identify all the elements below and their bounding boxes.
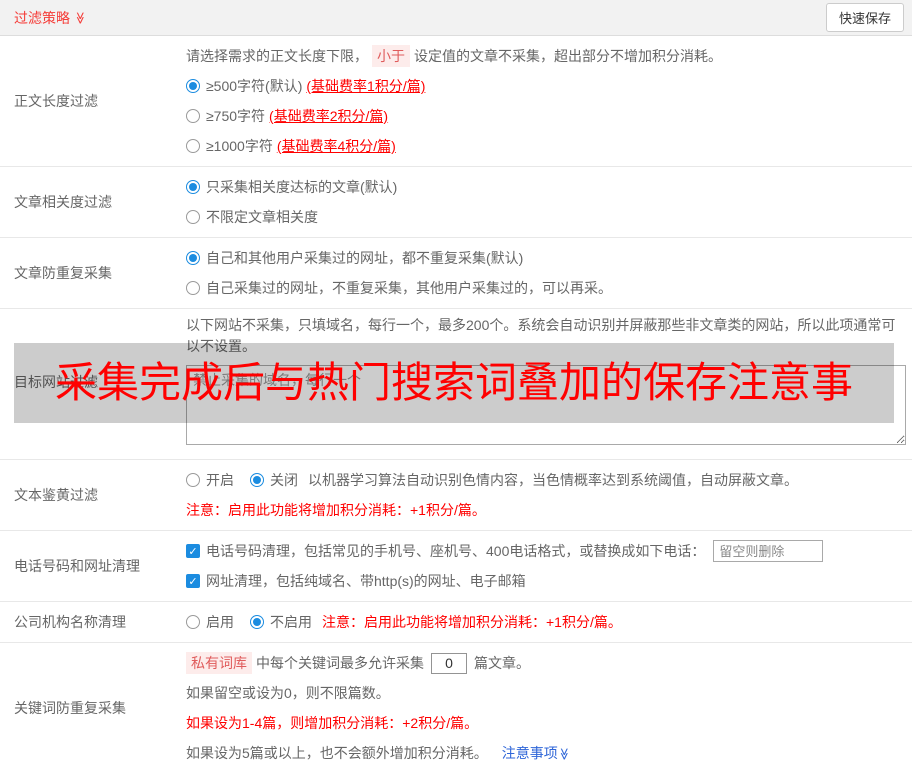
row-porn-filter: 文本鉴黄过滤 开启 关闭 以机器学习算法自动识别色情内容，当色情概率达到系统阈值… xyxy=(0,460,912,531)
radio-checked-icon[interactable] xyxy=(186,79,200,93)
radio-checked-icon[interactable] xyxy=(250,473,264,487)
cost-warning-note: 注意：启用此功能将增加积分消耗：+1积分/篇。 xyxy=(186,502,486,518)
option-label: 关闭 xyxy=(270,472,298,488)
keyword-limit-suffix: 篇文章。 xyxy=(474,655,530,671)
option-label: 启用 xyxy=(206,614,234,630)
option-label: ≥1000字符 xyxy=(206,138,273,154)
dedup-option-self[interactable]: 自己采集过的网址，不重复采集，其他用户采集过的，可以再采。 xyxy=(186,273,906,303)
keyword-note-five: 如果设为5篇或以上，也不会额外增加积分消耗。 xyxy=(186,745,488,761)
quick-save-button[interactable]: 快速保存 xyxy=(825,3,904,32)
checkbox-checked-icon[interactable] xyxy=(186,544,200,558)
relevance-option-strict[interactable]: 只采集相关度达标的文章(默认) xyxy=(186,172,906,202)
option-fee-note: (基础费率2积分/篇) xyxy=(269,108,389,124)
keyword-limit-text: 中每个关键词最多允许采集 xyxy=(256,655,424,671)
length-option-750[interactable]: ≥750字符 (基础费率2积分/篇) xyxy=(186,101,906,131)
keyword-note-zero-line: 如果留空或设为0，则不限篇数。 xyxy=(186,678,906,708)
notice-link[interactable]: 注意事项 xyxy=(502,743,571,763)
header-bar: 过滤策略 快速保存 xyxy=(0,0,912,36)
radio-unchecked-icon[interactable] xyxy=(186,109,200,123)
option-fee-note: (基础费率1积分/篇) xyxy=(306,78,426,94)
radio-unchecked-icon[interactable] xyxy=(186,473,200,487)
option-label: 不启用 xyxy=(270,614,312,630)
option-label: ≥750字符 xyxy=(206,108,266,124)
relevance-option-any[interactable]: 不限定文章相关度 xyxy=(186,202,906,232)
row-content: 自己和其他用户采集过的网址，都不重复采集(默认) 自己采集过的网址，不重复采集，… xyxy=(186,238,912,308)
radio-unchecked-icon[interactable] xyxy=(186,210,200,224)
radio-unchecked-icon[interactable] xyxy=(186,139,200,153)
chevron-double-down-icon xyxy=(74,11,86,24)
keyword-cost-note: 如果设为1-4篇，则增加积分消耗：+2积分/篇。 xyxy=(186,715,479,731)
row-label: 公司机构名称清理 xyxy=(14,614,126,630)
keyword-note-five-line: 如果设为5篇或以上，也不会额外增加积分消耗。 注意事项 xyxy=(186,738,906,768)
radio-checked-icon[interactable] xyxy=(186,180,200,194)
porn-filter-note-line: 注意：启用此功能将增加积分消耗：+1积分/篇。 xyxy=(186,495,906,525)
option-label: 只采集相关度达标的文章(默认) xyxy=(206,179,398,195)
row-content-length-filter: 正文长度过滤 请选择需求的正文长度下限， 小于 设定值的文章不采集，超出部分不增… xyxy=(0,36,912,167)
row-keyword-dedup: 关键词防重复采集 私有词库 中每个关键词最多允许采集 篇文章。 如果留空或设为0… xyxy=(0,643,912,768)
length-option-1000[interactable]: ≥1000字符 (基础费率4积分/篇) xyxy=(186,131,906,161)
row-content: 只采集相关度达标的文章(默认) 不限定文章相关度 xyxy=(186,167,912,237)
page-title-label: 过滤策略 xyxy=(14,9,70,26)
porn-filter-inline-desc: 以机器学习算法自动识别色情内容，当色情概率达到系统阈值，自动屏蔽文章。 xyxy=(308,472,798,488)
overlay-banner-text: 采集完成后与热门搜索词叠加的保存注意事 xyxy=(54,359,853,406)
phone-cleanup-line: 电话号码清理，包括常见的手机号、座机号、400电话格式，或替换成如下电话： xyxy=(186,536,906,566)
replacement-phone-input[interactable] xyxy=(713,540,824,562)
radio-checked-icon[interactable] xyxy=(250,615,264,629)
option-label: ≥500字符(默认) xyxy=(206,78,303,94)
row-company-name-cleanup: 公司机构名称清理 启用 不启用 注意：启用此功能将增加积分消耗：+1积分/篇。 xyxy=(0,602,912,643)
row-content: 电话号码清理，包括常见的手机号、座机号、400电话格式，或替换成如下电话： 网址… xyxy=(186,531,912,601)
cost-warning-note: 注意：启用此功能将增加积分消耗：+1积分/篇。 xyxy=(322,614,622,630)
porn-filter-options-line: 开启 关闭 以机器学习算法自动识别色情内容，当色情概率达到系统阈值，自动屏蔽文章… xyxy=(186,465,906,495)
row-content: 启用 不启用 注意：启用此功能将增加积分消耗：+1积分/篇。 xyxy=(186,602,912,642)
intro-prefix: 请选择需求的正文长度下限， xyxy=(186,48,368,64)
option-label: 自己和其他用户采集过的网址，都不重复采集(默认) xyxy=(206,250,524,266)
radio-checked-icon[interactable] xyxy=(186,251,200,265)
length-intro-line: 请选择需求的正文长度下限， 小于 设定值的文章不采集，超出部分不增加积分消耗。 xyxy=(186,41,906,71)
row-label: 文章防重复采集 xyxy=(14,265,112,281)
keyword-limit-input[interactable] xyxy=(431,652,467,674)
option-label: 不限定文章相关度 xyxy=(206,209,318,225)
row-label: 文章相关度过滤 xyxy=(14,194,112,210)
row-phone-url-cleanup: 电话号码和网址清理 电话号码清理，包括常见的手机号、座机号、400电话格式，或替… xyxy=(0,531,912,602)
row-label: 电话号码和网址清理 xyxy=(14,558,140,574)
url-cleanup-line: 网址清理，包括纯域名、带http(s)的网址、电子邮箱 xyxy=(186,566,906,596)
option-label: 自己采集过的网址，不重复采集，其他用户采集过的，可以再采。 xyxy=(206,280,612,296)
page-title[interactable]: 过滤策略 xyxy=(14,8,87,28)
keyword-note-zero: 如果留空或设为0，则不限篇数。 xyxy=(186,685,390,701)
keyword-limit-line: 私有词库 中每个关键词最多允许采集 篇文章。 xyxy=(186,648,906,678)
row-content: 私有词库 中每个关键词最多允许采集 篇文章。 如果留空或设为0，则不限篇数。 如… xyxy=(186,643,912,768)
radio-unchecked-icon[interactable] xyxy=(186,281,200,295)
phone-cleanup-label: 电话号码清理，包括常见的手机号、座机号、400电话格式，或替换成如下电话： xyxy=(206,543,706,559)
row-relevance-filter: 文章相关度过滤 只采集相关度达标的文章(默认) 不限定文章相关度 xyxy=(0,167,912,238)
row-label: 文本鉴黄过滤 xyxy=(14,487,98,503)
row-dedup-collection: 文章防重复采集 自己和其他用户采集过的网址，都不重复采集(默认) 自己采集过的网… xyxy=(0,238,912,309)
option-fee-note: (基础费率4积分/篇) xyxy=(276,138,396,154)
length-option-500[interactable]: ≥500字符(默认) (基础费率1积分/篇) xyxy=(186,71,906,101)
company-cleanup-options-line: 启用 不启用 注意：启用此功能将增加积分消耗：+1积分/篇。 xyxy=(186,607,906,637)
option-label: 开启 xyxy=(206,472,234,488)
intro-suffix: 设定值的文章不采集，超出部分不增加积分消耗。 xyxy=(414,48,722,64)
radio-unchecked-icon[interactable] xyxy=(186,615,200,629)
checkbox-checked-icon[interactable] xyxy=(186,574,200,588)
filter-strategy-page: 过滤策略 快速保存 正文长度过滤 请选择需求的正文长度下限， 小于 设定值的文章… xyxy=(0,0,912,768)
private-lexicon-tag[interactable]: 私有词库 xyxy=(186,652,252,674)
row-content: 开启 关闭 以机器学习算法自动识别色情内容，当色情概率达到系统阈值，自动屏蔽文章… xyxy=(186,460,912,530)
dedup-option-global[interactable]: 自己和其他用户采集过的网址，都不重复采集(默认) xyxy=(186,243,906,273)
less-than-tag: 小于 xyxy=(372,45,410,67)
row-label: 关键词防重复采集 xyxy=(14,700,126,716)
url-cleanup-label: 网址清理，包括纯域名、带http(s)的网址、电子邮箱 xyxy=(206,573,526,589)
row-content: 请选择需求的正文长度下限， 小于 设定值的文章不采集，超出部分不增加积分消耗。 … xyxy=(186,36,912,166)
notice-link-label: 注意事项 xyxy=(501,745,558,761)
keyword-note-cost-line: 如果设为1-4篇，则增加积分消耗：+2积分/篇。 xyxy=(186,708,906,738)
row-label: 正文长度过滤 xyxy=(14,93,98,109)
notice-overlay-banner: 采集完成后与热门搜索词叠加的保存注意事 xyxy=(14,343,894,423)
chevron-double-down-icon xyxy=(558,748,570,761)
